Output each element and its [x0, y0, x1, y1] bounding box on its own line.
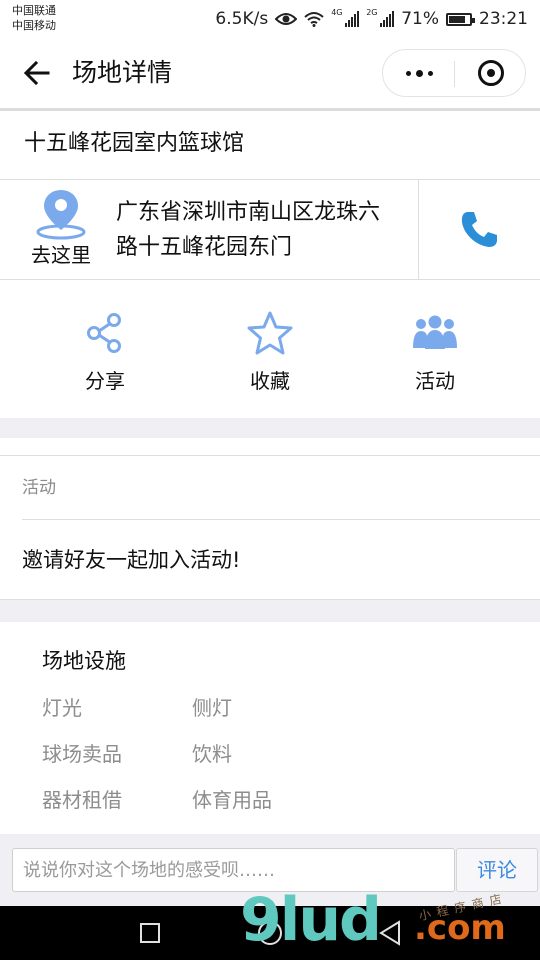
network-speed: 6.5K/s: [215, 9, 269, 29]
group-icon: [413, 315, 457, 349]
activity-label: 活动: [415, 369, 455, 393]
facility-name: 器材租借: [42, 788, 122, 812]
phone-icon[interactable]: [459, 209, 499, 249]
facility-value: 饮料: [192, 742, 232, 766]
share-button[interactable]: 分享: [50, 308, 160, 398]
facility-name: 灯光: [42, 696, 82, 720]
divider: [0, 455, 540, 456]
favorite-button[interactable]: 收藏: [215, 308, 325, 398]
battery-percent: 71%: [401, 9, 439, 29]
signal-sim2-icon: 2G: [366, 8, 395, 27]
facility-value: 侧灯: [192, 696, 232, 720]
facilities-title: 场地设施: [42, 649, 126, 673]
section-separator: [0, 418, 540, 438]
watermark-text: 9lud: [240, 885, 382, 955]
invite-friends-link[interactable]: 邀请好友一起加入活动!: [22, 545, 240, 575]
back-arrow-icon[interactable]: [20, 56, 54, 90]
battery-icon: [446, 12, 475, 26]
address-divider: [418, 180, 419, 280]
carrier-2: 中国移动: [12, 19, 56, 32]
favorite-label: 收藏: [250, 369, 290, 393]
target-circle-icon: [478, 60, 504, 86]
carrier-info: 中国联通 中国移动: [12, 3, 56, 33]
address-line-2: 路十五峰花园东门: [116, 235, 293, 260]
wifi-icon: [304, 12, 324, 27]
signal-sim1-icon: 4G: [331, 8, 360, 27]
more-dot-icon: [405, 70, 411, 76]
miniapp-capsule: [382, 49, 526, 97]
status-icons: 6.5K/s 4G 2G 71% 23:21: [215, 6, 528, 32]
eye-icon: [275, 13, 298, 25]
status-bar: 中国联通 中国移动 6.5K/s 4G 2G 71% 23:21: [0, 0, 540, 38]
navigate-label: 去这里: [31, 243, 91, 267]
divider: [22, 519, 540, 520]
activity-button[interactable]: 活动: [380, 308, 490, 398]
share-icon: [87, 313, 121, 353]
venue-address: 广东省深圳市南山区龙珠六 路十五峰花园东门: [116, 195, 412, 265]
navigate-button[interactable]: 去这里: [22, 186, 100, 270]
section-separator: [0, 600, 540, 622]
address-line-1: 广东省深圳市南山区龙珠六: [116, 200, 381, 225]
activity-section-label: 活动: [22, 478, 56, 498]
divider: [0, 279, 540, 280]
location-pin-icon: [36, 190, 86, 240]
facility-name: 球场卖品: [42, 742, 122, 766]
close-miniapp-button[interactable]: [455, 50, 527, 96]
share-label: 分享: [85, 369, 125, 393]
nav-bar: 场地详情: [0, 38, 540, 108]
venue-name: 十五峰花园室内篮球馆: [24, 131, 245, 156]
recent-apps-icon[interactable]: [140, 923, 160, 943]
star-icon: [247, 311, 293, 355]
nav-divider: [0, 108, 540, 111]
watermark-logo: 9lud .com 小程序商店: [240, 884, 540, 960]
clock: 23:21: [479, 9, 528, 29]
page-title: 场地详情: [72, 58, 173, 87]
carrier-1: 中国联通: [12, 4, 56, 17]
more-menu-button[interactable]: [383, 50, 455, 96]
facility-value: 体育用品: [192, 788, 272, 812]
divider: [0, 179, 540, 180]
